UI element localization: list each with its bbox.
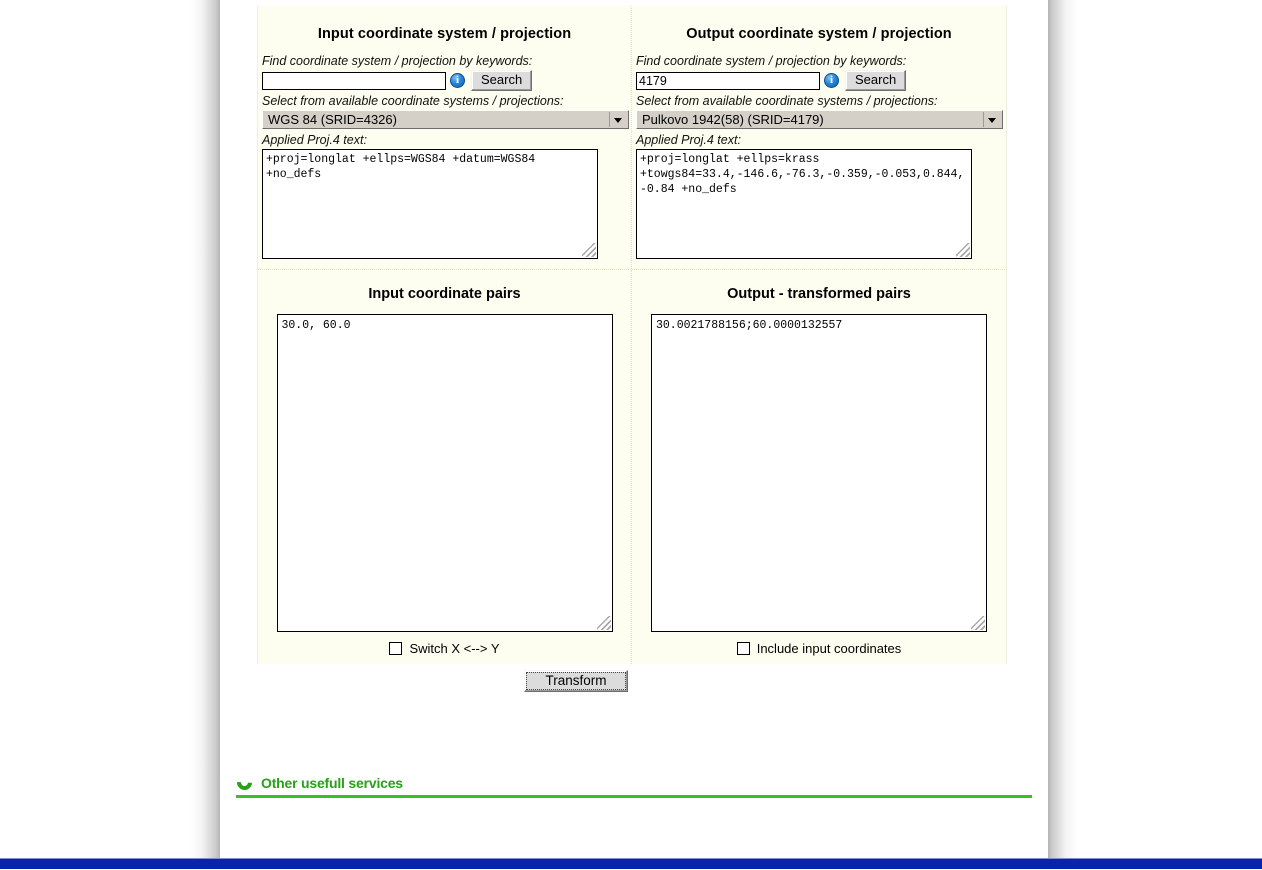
other-services-heading: Other usefull services — [236, 774, 1032, 795]
output-search-row: Search — [636, 70, 1004, 91]
coordinate-pairs-row: Input coordinate pairs 30.0, 60.0 Switch… — [257, 269, 1007, 664]
input-selected-system: WGS 84 (SRID=4326) — [268, 112, 397, 127]
transform-button[interactable]: Transform — [524, 670, 628, 692]
switch-xy-row: Switch X <--> Y — [258, 632, 631, 664]
input-pairs-textarea[interactable]: 30.0, 60.0 — [276, 314, 613, 632]
include-input-coordinates-row: Include input coordinates — [632, 632, 1006, 664]
info-icon[interactable] — [824, 73, 839, 88]
output-panel-title: Output coordinate system / projection — [686, 26, 952, 42]
include-input-coordinates-label[interactable]: Include input coordinates — [757, 641, 902, 656]
output-proj4-label: Applied Proj.4 text: — [636, 133, 741, 147]
input-search-button[interactable]: Search — [471, 70, 533, 91]
input-coordinate-system-panel: Input coordinate system / projection Fin… — [258, 6, 632, 269]
output-selected-system: Pulkovo 1942(58) (SRID=4179) — [642, 112, 824, 127]
input-keyword-field[interactable] — [262, 71, 446, 90]
output-select-label: Select from available coordinate systems… — [636, 94, 938, 108]
output-pairs-title: Output - transformed pairs — [727, 286, 911, 302]
output-keyword-field[interactable] — [636, 71, 820, 90]
transformation-form: Input coordinate system / projection Fin… — [257, 6, 1007, 692]
input-select-label: Select from available coordinate systems… — [262, 94, 564, 108]
input-pairs-title: Input coordinate pairs — [368, 286, 521, 302]
info-icon[interactable] — [450, 73, 465, 88]
output-search-button[interactable]: Search — [845, 70, 907, 91]
output-coordinate-system-select[interactable]: Pulkovo 1942(58) (SRID=4179) — [636, 110, 1003, 129]
output-proj4-textarea[interactable]: +proj=longlat +ellps=krass +towgs84=33.4… — [636, 149, 972, 259]
chevron-down-icon[interactable] — [609, 112, 627, 127]
output-keyword-label: Find coordinate system / projection by k… — [636, 54, 907, 68]
bottom-blue-bar — [0, 858, 1262, 869]
other-services-section: Other usefull services — [236, 774, 1032, 798]
transform-button-row: Transform — [201, 664, 951, 692]
input-keyword-label: Find coordinate system / projection by k… — [262, 54, 533, 68]
output-pairs-textarea[interactable]: 30.0021788156;60.0000132557 — [651, 314, 987, 632]
page-right-shadow — [1048, 0, 1078, 858]
green-crescent-icon — [236, 774, 254, 792]
input-coordinate-system-select[interactable]: WGS 84 (SRID=4326) — [262, 110, 629, 129]
section-divider — [236, 795, 1032, 798]
switch-xy-label[interactable]: Switch X <--> Y — [409, 641, 499, 656]
include-input-coordinates-checkbox[interactable] — [736, 642, 750, 655]
input-proj4-textarea[interactable]: +proj=longlat +ellps=WGS84 +datum=WGS84 … — [262, 149, 598, 259]
input-proj4-label: Applied Proj.4 text: — [262, 133, 367, 147]
output-coordinate-system-panel: Output coordinate system / projection Fi… — [632, 6, 1006, 269]
page-left-shadow — [190, 0, 220, 858]
input-pairs-panel: Input coordinate pairs 30.0, 60.0 Switch… — [258, 270, 632, 664]
input-panel-title: Input coordinate system / projection — [317, 26, 572, 42]
coordinate-system-row: Input coordinate system / projection Fin… — [257, 6, 1007, 269]
other-services-title: Other usefull services — [261, 775, 403, 791]
chevron-down-icon[interactable] — [983, 112, 1001, 127]
output-pairs-panel: Output - transformed pairs 30.0021788156… — [632, 270, 1006, 664]
input-search-row: Search — [262, 70, 629, 91]
switch-xy-checkbox[interactable] — [389, 642, 403, 655]
